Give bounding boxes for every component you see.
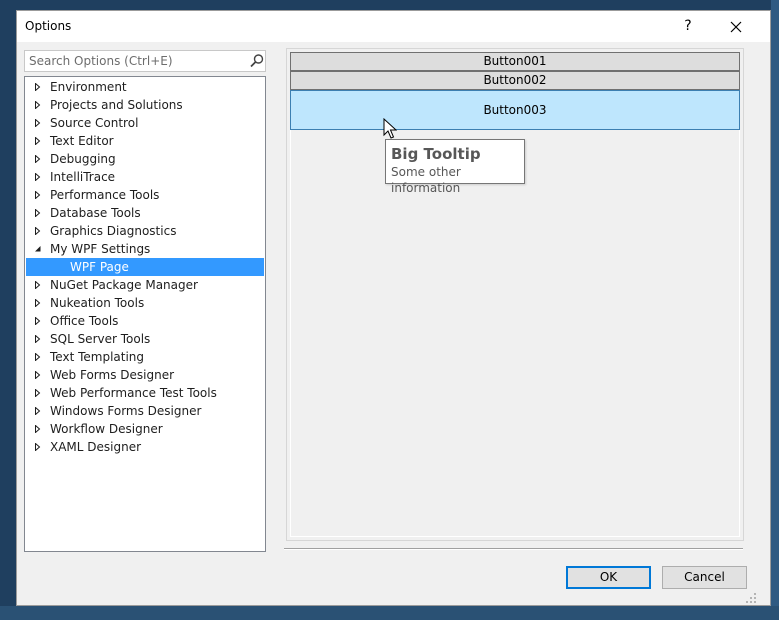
tree-item-web-forms-designer[interactable]: Web Forms Designer: [25, 366, 265, 384]
expand-arrow-icon[interactable]: [34, 191, 42, 199]
tree-item-office-tools[interactable]: Office Tools: [25, 312, 265, 330]
tree-item-label: Windows Forms Designer: [50, 404, 202, 418]
options-dialog: Options ? Environment Projects and Solut…: [16, 10, 771, 606]
expand-arrow-icon[interactable]: [34, 443, 42, 451]
cancel-button[interactable]: Cancel: [662, 566, 747, 589]
footer-separator: [284, 548, 743, 550]
tree-item-performance-tools[interactable]: Performance Tools: [25, 186, 265, 204]
tree-item-label: Web Forms Designer: [50, 368, 175, 382]
tree-item-windows-forms-designer[interactable]: Windows Forms Designer: [25, 402, 265, 420]
help-button[interactable]: ?: [673, 15, 703, 39]
expand-arrow-icon[interactable]: [34, 173, 42, 181]
tree-item-wpf-page[interactable]: WPF Page: [26, 258, 264, 276]
ok-button[interactable]: OK: [566, 566, 651, 589]
expand-arrow-icon[interactable]: [34, 209, 42, 217]
expand-arrow-icon[interactable]: [34, 335, 42, 343]
expand-arrow-icon[interactable]: [34, 371, 42, 379]
search-box[interactable]: [24, 50, 266, 72]
search-input[interactable]: [25, 51, 245, 71]
tree-item-graphics-diagnostics[interactable]: Graphics Diagnostics: [25, 222, 265, 240]
tree-item-label: My WPF Settings: [50, 242, 151, 256]
tree-item-label: XAML Designer: [50, 440, 142, 454]
tree-item-text-editor[interactable]: Text Editor: [25, 132, 265, 150]
expand-arrow-icon[interactable]: [34, 407, 42, 415]
tree-item-label: Projects and Solutions: [50, 98, 183, 112]
tree-item-label: Text Templating: [50, 350, 145, 364]
tree-item-xaml-designer[interactable]: XAML Designer: [25, 438, 265, 456]
expand-arrow-icon[interactable]: [34, 389, 42, 397]
tree-item-label: Text Editor: [50, 134, 114, 148]
tree-item-sql-server-tools[interactable]: SQL Server Tools: [25, 330, 265, 348]
expand-arrow-icon[interactable]: [34, 83, 42, 91]
expand-arrow-icon[interactable]: [34, 155, 42, 163]
tooltip: Big Tooltip Some other information: [385, 139, 525, 195]
tree-item-label: Workflow Designer: [50, 422, 163, 436]
button003[interactable]: Button003: [290, 90, 740, 130]
tree-item-label: Web Performance Test Tools: [50, 386, 217, 400]
tree-item-label: Database Tools: [50, 206, 141, 220]
expand-arrow-icon[interactable]: [34, 299, 42, 307]
tree-item-environment[interactable]: Environment: [25, 78, 265, 96]
tree-item-label: Nukeation Tools: [50, 296, 145, 310]
expand-arrow-icon[interactable]: [34, 425, 42, 433]
tooltip-body: Some other information: [391, 165, 461, 195]
tree-item-label: Environment: [50, 80, 127, 94]
collapse-arrow-icon[interactable]: [34, 245, 42, 253]
desktop-background: [771, 0, 779, 620]
expand-arrow-icon[interactable]: [34, 281, 42, 289]
tree-item-label: SQL Server Tools: [50, 332, 151, 346]
expand-arrow-icon[interactable]: [34, 227, 42, 235]
search-icon[interactable]: [249, 53, 265, 69]
button001[interactable]: Button001: [290, 52, 740, 71]
options-tree[interactable]: Environment Projects and Solutions Sourc…: [24, 76, 266, 552]
options-page-panel: Button001 Button002 Button003: [286, 48, 744, 541]
tree-item-label: Performance Tools: [50, 188, 160, 202]
close-button[interactable]: [720, 15, 752, 39]
tree-item-workflow-designer[interactable]: Workflow Designer: [25, 420, 265, 438]
tree-item-label: Source Control: [50, 116, 139, 130]
expand-arrow-icon[interactable]: [34, 353, 42, 361]
title-bar[interactable]: Options ?: [17, 11, 770, 42]
tree-item-text-templating[interactable]: Text Templating: [25, 348, 265, 366]
tree-item-label: Graphics Diagnostics: [50, 224, 177, 238]
tree-item-intellitrace[interactable]: IntelliTrace: [25, 168, 265, 186]
window-title: Options: [25, 19, 72, 33]
tooltip-title: Big Tooltip: [391, 145, 481, 163]
taskbar-edge: [0, 606, 779, 620]
tree-item-nuget-package-manager[interactable]: NuGet Package Manager: [25, 276, 265, 294]
tree-item-projects-and-solutions[interactable]: Projects and Solutions: [25, 96, 265, 114]
expand-arrow-icon[interactable]: [34, 137, 42, 145]
tree-item-debugging[interactable]: Debugging: [25, 150, 265, 168]
resize-grip-icon[interactable]: [745, 592, 757, 604]
tree-item-nukeation-tools[interactable]: Nukeation Tools: [25, 294, 265, 312]
tree-item-label: WPF Page: [70, 260, 129, 274]
close-icon: [730, 21, 742, 33]
tree-item-label: IntelliTrace: [50, 170, 116, 184]
tree-item-label: Debugging: [50, 152, 116, 166]
expand-arrow-icon[interactable]: [34, 119, 42, 127]
tree-item-label: Office Tools: [50, 314, 119, 328]
tree-item-source-control[interactable]: Source Control: [25, 114, 265, 132]
tree-item-database-tools[interactable]: Database Tools: [25, 204, 265, 222]
button002[interactable]: Button002: [290, 71, 740, 90]
expand-arrow-icon[interactable]: [34, 101, 42, 109]
mouse-pointer-icon: [383, 118, 397, 139]
tree-item-web-performance-test-tools[interactable]: Web Performance Test Tools: [25, 384, 265, 402]
expand-arrow-icon[interactable]: [34, 317, 42, 325]
tree-item-my-wpf-settings[interactable]: My WPF Settings: [25, 240, 265, 258]
tree-item-label: NuGet Package Manager: [50, 278, 198, 292]
